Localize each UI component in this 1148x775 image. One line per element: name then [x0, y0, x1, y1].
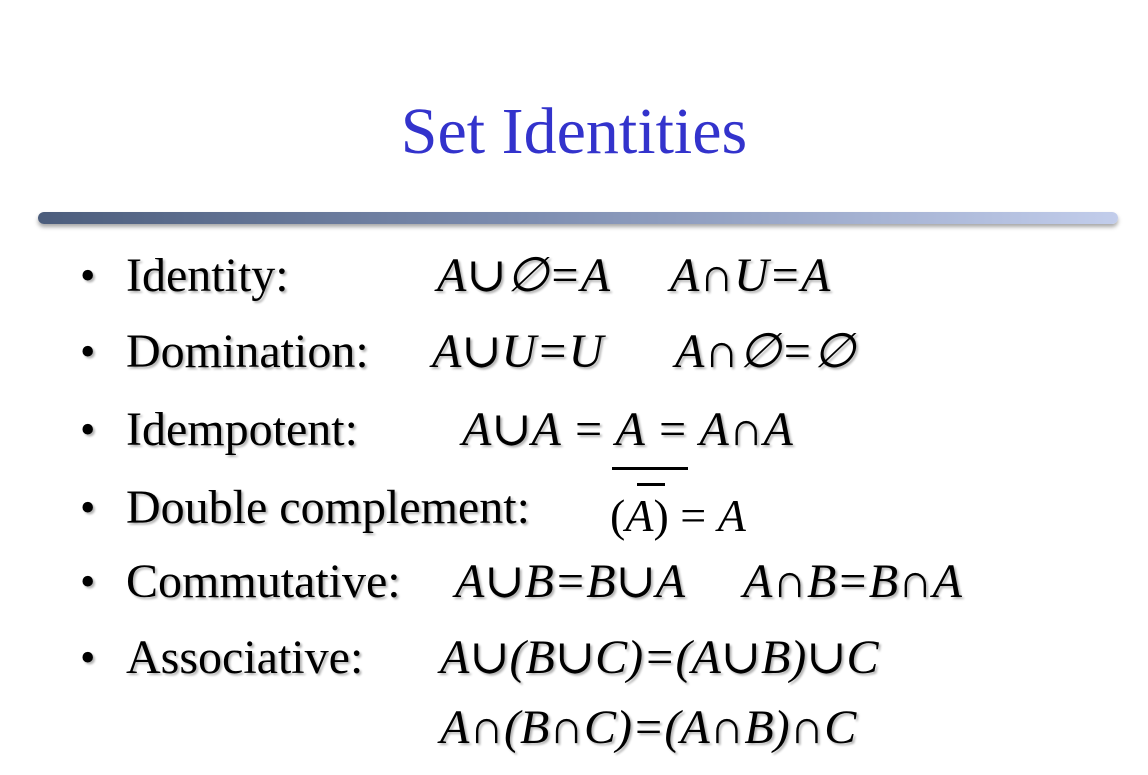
- idempotent-formula: A∪A = A = A∩A: [462, 403, 793, 456]
- associative-label: Associative:: [126, 631, 364, 684]
- double-complement-label: Double complement:: [126, 481, 530, 534]
- list-item-commutative: • Commutative: A∪B=B∪A A∩B=B∩A: [0, 552, 1148, 612]
- commutative-union-formula: A∪B=B∪A: [455, 555, 686, 608]
- bullet-point: •: [80, 633, 96, 682]
- domination-intersection-formula: A∩∅=∅: [675, 325, 855, 378]
- domination-union-formula: A∪U=U: [432, 325, 604, 378]
- list-item-double-complement: • Double complement: (A) = A: [0, 467, 1148, 541]
- equals-sign: =: [668, 490, 718, 541]
- bullet-point: •: [80, 251, 96, 300]
- commutative-intersection-formula: A∩B=B∩A: [743, 555, 962, 608]
- identity-label: Identity:: [126, 249, 289, 302]
- list-item-identity: • Identity: A∪∅=A A∩U=A: [0, 246, 1148, 306]
- associative-intersection-formula: A∩(B∩C)=(A∩B)∩C: [440, 701, 857, 754]
- domination-label: Domination:: [126, 325, 369, 378]
- idempotent-label: Idempotent:: [126, 403, 358, 456]
- identity-union-formula: A∪∅=A: [437, 249, 611, 302]
- open-paren: (: [610, 490, 626, 541]
- list-item-domination: • Domination: A∪U=U A∩∅=∅: [0, 322, 1148, 382]
- double-complement-formula: (A) = A: [610, 486, 746, 546]
- bullet-point: •: [80, 405, 96, 454]
- complement-variable: A: [625, 490, 654, 541]
- identity-intersection-formula: A∩U=A: [670, 249, 831, 302]
- close-paren: ): [653, 490, 669, 541]
- outer-complement-bar: [612, 467, 688, 470]
- list-item-idempotent: • Idempotent: A∪A = A = A∩A: [0, 400, 1148, 460]
- associative-union-formula: A∪(B∪C)=(A∪B)∪C: [440, 631, 879, 684]
- bullet-point: •: [80, 557, 96, 606]
- result-variable: A: [717, 490, 746, 541]
- bullet-point: •: [80, 327, 96, 376]
- commutative-label: Commutative:: [126, 555, 401, 608]
- title-divider: [38, 212, 1118, 224]
- bullet-point: •: [80, 483, 96, 532]
- slide-title: Set Identities: [400, 95, 748, 168]
- list-item-associative: • Associative: A∪(B∪C)=(A∪B)∪C A∩(B∩C)=(…: [0, 628, 1148, 754]
